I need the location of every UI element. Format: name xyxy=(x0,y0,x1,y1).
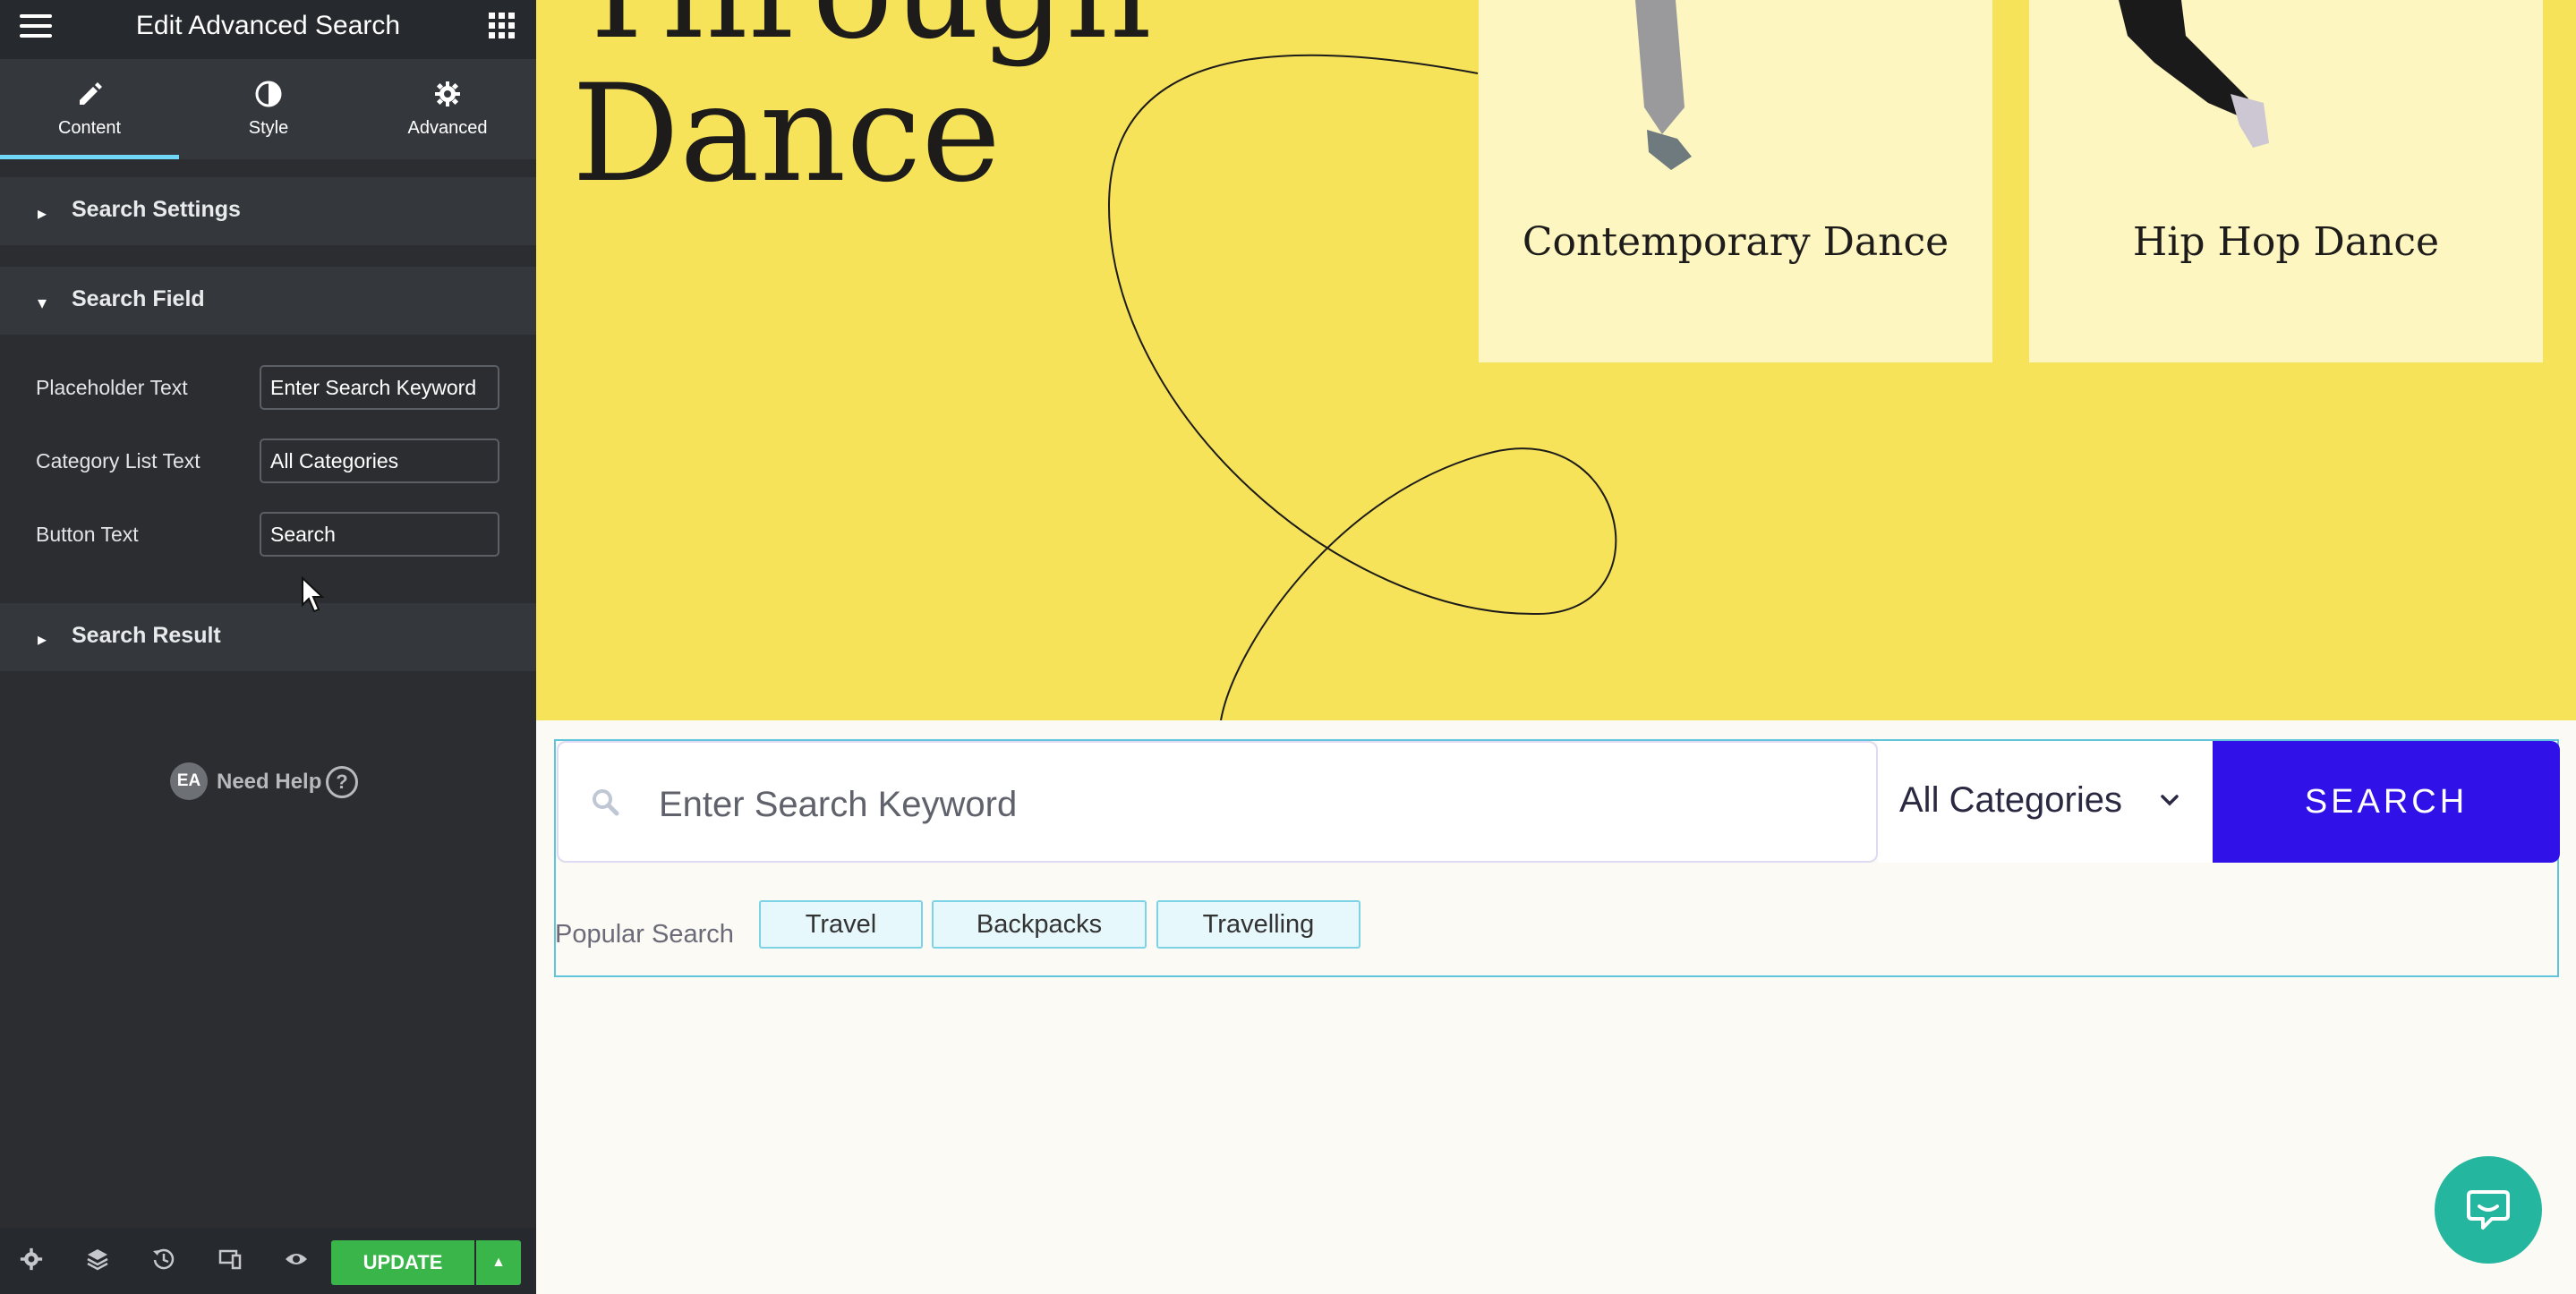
search-box xyxy=(557,741,1878,863)
field-category-list-text: Category List Text xyxy=(0,438,536,485)
tab-content[interactable]: Content xyxy=(0,59,179,159)
search-icon xyxy=(593,789,619,816)
section-search-settings[interactable]: ▸ Search Settings xyxy=(0,177,536,245)
field-label: Placeholder Text xyxy=(36,376,188,399)
search-input[interactable] xyxy=(657,770,1824,839)
category-list-text-input[interactable] xyxy=(260,438,499,483)
card-title: Contemporary Dance xyxy=(1522,219,1949,265)
section-search-field[interactable]: ▾ Search Field xyxy=(0,267,536,335)
panel-tabs: Content Style Advanced xyxy=(0,59,536,159)
caret-right-icon: ▸ xyxy=(38,204,47,224)
hero-section: Through Dance Contemporary Dance Hip Hop… xyxy=(536,0,2576,720)
dancer-legs-image xyxy=(2119,0,2269,148)
update-button[interactable]: UPDATE xyxy=(331,1240,474,1285)
gear-icon xyxy=(358,81,537,109)
tab-label: Style xyxy=(248,118,289,138)
category-selected: All Categories xyxy=(1899,780,2123,820)
field-placeholder-text: Placeholder Text xyxy=(0,365,536,412)
category-select[interactable]: All Categories xyxy=(1878,741,2218,863)
tab-advanced[interactable]: Advanced xyxy=(358,59,537,159)
hero-title: Through Dance xyxy=(572,0,1152,212)
popular-tag-backpacks[interactable]: Backpacks xyxy=(932,900,1147,949)
need-help-label: Need Help xyxy=(217,770,322,794)
editor-panel: Edit Advanced Search Content Style Advan… xyxy=(0,0,536,1294)
card-contemporary-dance[interactable]: Contemporary Dance xyxy=(1479,0,1992,362)
popular-tag-travel[interactable]: Travel xyxy=(759,900,923,949)
settings-gear-icon[interactable] xyxy=(18,1247,45,1274)
tab-label: Content xyxy=(57,118,122,138)
responsive-mode-icon[interactable] xyxy=(217,1247,243,1274)
history-icon[interactable] xyxy=(150,1247,177,1274)
section-label: Search Field xyxy=(72,286,205,311)
tab-style[interactable]: Style xyxy=(179,59,358,159)
panel-header: Edit Advanced Search xyxy=(0,0,536,59)
field-label: Button Text xyxy=(36,523,139,546)
button-text-input[interactable] xyxy=(260,512,499,557)
chevron-down-icon xyxy=(2161,795,2179,806)
chat-support-button[interactable] xyxy=(2435,1156,2542,1264)
apps-grid-icon[interactable] xyxy=(489,13,516,39)
caret-right-icon: ▸ xyxy=(38,630,47,650)
need-help-link[interactable]: EA Need Help ? xyxy=(170,762,367,802)
preview-eye-icon[interactable] xyxy=(283,1247,310,1274)
search-button[interactable]: SEARCH xyxy=(2213,741,2560,863)
card-title: Hip Hop Dance xyxy=(2132,219,2440,265)
chat-bubble-icon xyxy=(2467,1190,2510,1230)
panel-title: Edit Advanced Search xyxy=(135,11,401,40)
half-circle-icon xyxy=(179,81,358,109)
caret-down-icon: ▾ xyxy=(38,294,47,313)
tab-label: Advanced xyxy=(407,118,488,138)
card-hip-hop-dance[interactable]: Hip Hop Dance xyxy=(2029,0,2543,362)
question-icon: ? xyxy=(326,766,358,798)
ea-logo-icon: EA xyxy=(170,762,208,800)
update-options-caret-icon[interactable]: ▲ xyxy=(476,1240,521,1285)
field-button-text: Button Text xyxy=(0,512,536,558)
popular-search-label: Popular Search xyxy=(555,920,734,949)
section-search-result[interactable]: ▸ Search Result xyxy=(0,603,536,671)
mouse-cursor-icon xyxy=(302,576,325,613)
pencil-icon xyxy=(0,81,179,109)
layers-icon[interactable] xyxy=(84,1247,111,1274)
section-label: Search Result xyxy=(72,623,221,648)
panel-footer: UPDATE ▲ xyxy=(0,1228,536,1294)
dancer-legs-image xyxy=(1635,0,1692,170)
field-label: Category List Text xyxy=(36,449,200,472)
placeholder-text-input[interactable] xyxy=(260,365,499,410)
section-label: Search Settings xyxy=(72,197,241,222)
popular-tag-travelling[interactable]: Travelling xyxy=(1156,900,1361,949)
